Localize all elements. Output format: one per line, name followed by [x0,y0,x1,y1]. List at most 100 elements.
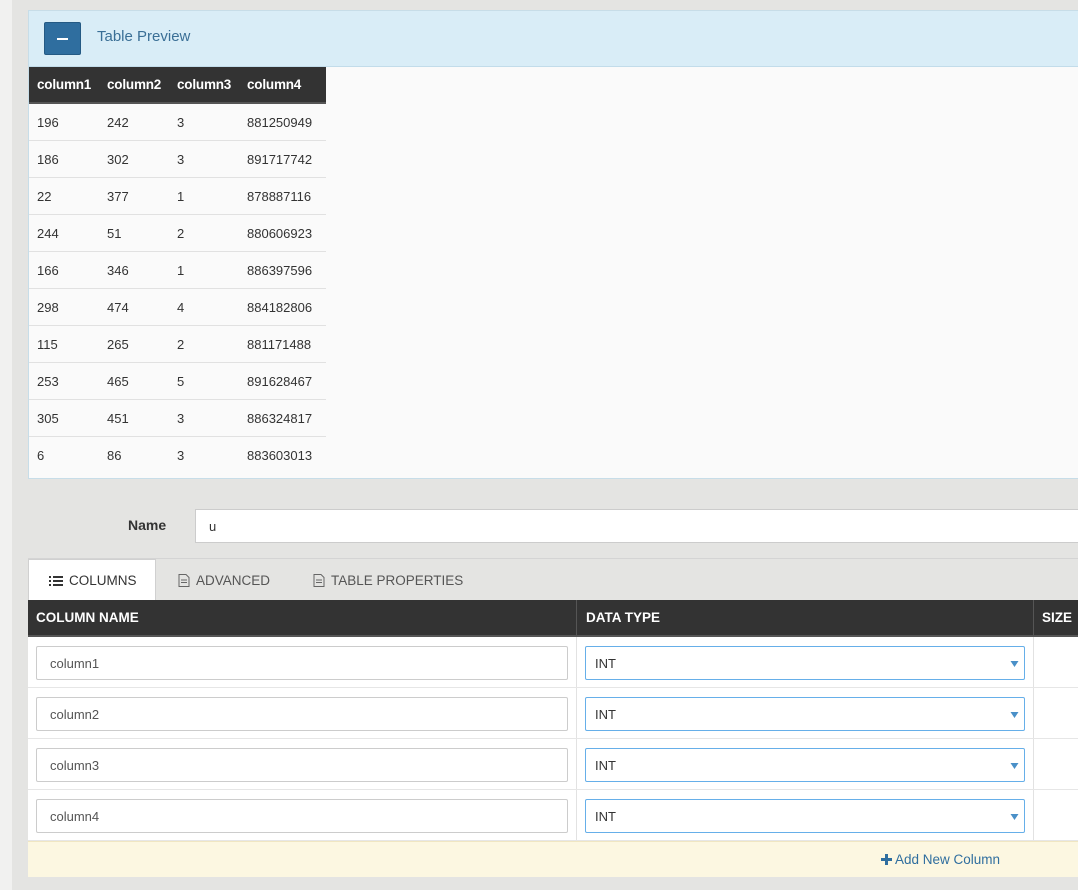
table-preview-header: Table Preview [29,11,1078,67]
column-divider [1033,790,1034,840]
preview-table-cell: 244 [29,214,99,252]
add-new-column-link[interactable]: Add New Column [881,852,1000,867]
column-name-header: COLUMN NAME [28,600,576,637]
preview-table-row: 305 451 3 886324817 [29,399,326,437]
tab-advanced[interactable]: ADVANCED [178,559,270,601]
column-divider [1033,688,1034,738]
column-name-input[interactable] [36,748,568,782]
preview-table-cell: 115 [29,325,99,363]
data-type-value: INT [595,809,616,824]
list-icon [49,575,63,586]
preview-table-row: 253 465 5 891628467 [29,362,326,400]
preview-table-cell: 884182806 [239,288,326,326]
data-type-select[interactable]: INT [585,748,1025,782]
column-definition-row: INT [28,790,1078,841]
document-icon [313,573,325,587]
preview-table-cell: 346 [99,251,169,289]
preview-table-cell: 186 [29,140,99,178]
preview-table-cell: 886397596 [239,251,326,289]
column-definition-row: INT [28,739,1078,790]
preview-table-cell: 2 [169,325,239,363]
preview-table-cell: 891717742 [239,140,326,178]
column-divider [1033,739,1034,789]
preview-table-cell: 881171488 [239,325,326,363]
tab-table-properties[interactable]: TABLE PROPERTIES [313,559,463,601]
data-type-select[interactable]: INT [585,697,1025,731]
preview-table-cell: 451 [99,399,169,437]
preview-table: column1 column2 column3 column4 196 242 3 8… [29,67,326,473]
preview-table-cell: 377 [99,177,169,215]
data-type-value: INT [595,656,616,671]
preview-table-row: 186 302 3 891717742 [29,140,326,178]
tab-label: TABLE PROPERTIES [331,572,464,588]
size-header: SIZE [1033,600,1078,637]
preview-table-row: 115 265 2 881171488 [29,325,326,363]
preview-table-cell: 1 [169,177,239,215]
table-preview-title: Table Preview [97,28,191,45]
columns-table: COLUMN NAME DATA TYPE SIZE INT INT INT INT [28,600,1078,841]
data-type-value: INT [595,758,616,773]
tab-label: ADVANCED [196,572,271,588]
dropdown-caret-icon [1010,712,1019,718]
tab-bar: COLUMNS ADVANCED TABLE PROPERTIES [28,558,1078,601]
preview-table-cell: 265 [99,325,169,363]
preview-table-row: 166 346 1 886397596 [29,251,326,289]
preview-table-row: 22 377 1 878887116 [29,177,326,215]
column-divider [576,790,577,840]
preview-table-cell: 878887116 [239,177,326,215]
document-icon [178,573,190,587]
add-new-column-label: Add New Column [895,852,1001,867]
table-preview-panel: Table Preview column1 column2 column3 co… [28,10,1078,479]
preview-table-cell: 3 [177,447,185,463]
preview-table-cell: 881250949 [239,103,326,141]
preview-table-cell: 22 [29,177,99,215]
preview-table-row: 298 474 4 884182806 [29,288,326,326]
preview-table-cell: 4 [169,288,239,326]
preview-table-cell: 253 [29,362,99,400]
preview-table-cell: 3 [169,140,239,178]
preview-table-row: 196 242 3 881250949 [29,103,326,141]
preview-table-cell: 465 [99,362,169,400]
preview-table-cell: 305 [29,399,99,437]
column-name-input[interactable] [36,799,568,833]
preview-table-row: 244 51 2 880606923 [29,214,326,252]
preview-table-cell: 3 [169,399,239,437]
preview-column-header: column4 [239,67,326,104]
data-type-value: INT [595,707,616,722]
preview-table-cell: 51 [99,214,169,252]
collapse-button[interactable] [44,22,81,55]
preview-table-cell: 886324817 [239,399,326,437]
preview-table-cell: 196 [29,103,99,141]
column-divider [576,739,577,789]
preview-table-cell: 1 [169,251,239,289]
minus-icon [57,38,68,40]
columns-table-header: COLUMN NAME DATA TYPE SIZE [28,600,1078,637]
preview-table-row: 6 86 3 883603013 [29,437,326,474]
name-label: Name [128,517,167,533]
column-name-input[interactable] [36,697,568,731]
preview-table-cell: 86 [107,447,122,463]
dropdown-caret-icon [1010,763,1019,769]
preview-table-cell: 3 [169,103,239,141]
preview-table-cell: 6 [37,447,45,463]
tab-columns[interactable]: COLUMNS [28,559,156,601]
preview-table-cell: 2 [169,214,239,252]
tab-label: COLUMNS [69,573,137,588]
preview-table-cell: 891628467 [239,362,326,400]
dropdown-caret-icon [1010,661,1019,667]
data-type-header: DATA TYPE [576,600,1033,637]
plus-icon [881,854,892,865]
left-gutter [0,0,12,890]
data-type-select[interactable]: INT [585,799,1025,833]
preview-column-header: column1 [29,67,99,104]
column-definition-row: INT [28,688,1078,739]
column-name-input[interactable] [36,646,568,680]
table-name-input[interactable] [195,509,1078,543]
preview-table-cell: 880606923 [239,214,326,252]
preview-column-header: column2 [99,67,169,104]
preview-table-cell: 5 [169,362,239,400]
data-type-select[interactable]: INT [585,646,1025,680]
preview-table-cell: 474 [99,288,169,326]
column-divider [576,637,577,687]
preview-column-header: column3 [169,67,239,104]
